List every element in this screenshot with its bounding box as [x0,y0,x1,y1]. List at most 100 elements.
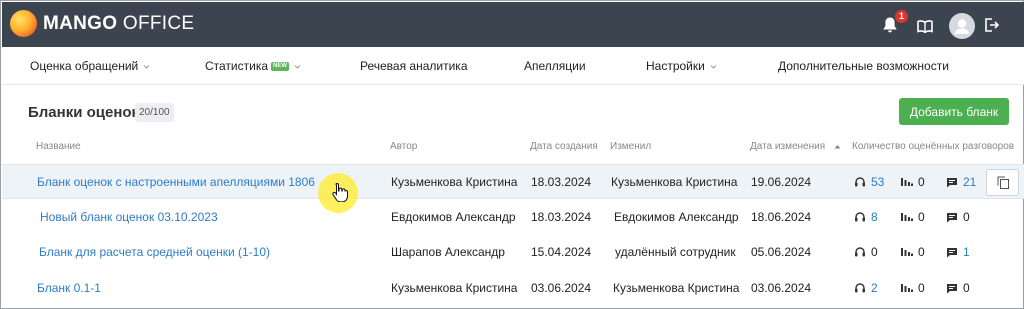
chevron-down-icon [710,64,717,69]
score-count: 0 [901,281,925,295]
column-header-modified-by[interactable]: Изменил [610,141,651,152]
table-row[interactable]: Бланк для расчета средней оценки (1-10) … [2,235,1024,270]
comment-icon [947,177,957,187]
created-date-cell: 03.06.2024 [531,281,592,295]
column-header-created[interactable]: Дата создания [530,141,598,152]
forms-count-badge: 20/100 [135,103,174,122]
modified-by-cell: Кузьменкова Кристина [611,175,738,189]
chevron-down-icon [143,64,150,69]
headset-icon [855,283,865,293]
comments-value[interactable]: 21 [963,175,976,189]
author-cell: Кузьменкова Кристина [391,281,518,295]
comments-value[interactable]: 1 [963,245,970,259]
created-date-cell: 15.04.2024 [531,245,592,259]
nav-item-settings[interactable]: Настройки [646,59,717,73]
book-icon[interactable] [917,19,933,33]
comments-value: 0 [963,210,970,224]
rated-calls-value[interactable]: 2 [871,281,878,295]
rated-calls-value[interactable]: 8 [871,210,878,224]
notification-badge: 1 [895,10,908,23]
score-bars-icon [901,284,913,292]
modified-date-cell: 19.06.2024 [751,175,812,189]
nav-item-label: Речевая аналитика [360,59,468,73]
comments-count[interactable]: 1 [946,245,970,259]
author-cell: Евдокимов Александр [391,210,516,224]
hand-pointer-icon [332,182,348,202]
nav-item-label: Статистика [205,59,269,73]
modified-date-cell: 03.06.2024 [751,281,812,295]
headset-icon [855,177,865,187]
top-bar: MANGO OFFICE [2,2,1024,47]
nav-item-statistics[interactable]: Статистика NEW [205,59,301,73]
comment-icon [947,247,957,257]
add-form-button[interactable]: Добавить бланк [899,98,1009,125]
brand-name: MANGO OFFICE [43,12,195,34]
new-badge: NEW [271,61,290,71]
copy-button[interactable] [986,169,1019,196]
comment-icon [947,212,957,222]
rated-calls-count[interactable]: 2 [854,281,878,295]
table-row[interactable]: Бланк 0.1-1 Кузьменкова Кристина 03.06.2… [2,271,1024,306]
form-name-link[interactable]: Бланк 0.1-1 [37,281,101,295]
user-icon [954,19,970,34]
headset-icon [855,212,865,222]
score-value: 0 [918,175,925,189]
rated-calls-value: 0 [871,245,878,259]
nav-item-label: Апелляции [524,59,586,73]
rated-calls-value[interactable]: 53 [871,175,884,189]
score-value: 0 [918,210,925,224]
comments-value: 0 [963,281,970,295]
logo-mark-icon [10,10,37,37]
headset-icon [855,247,865,257]
chevron-down-icon [294,64,301,69]
form-name-link[interactable]: Новый бланк оценок 03.10.2023 [40,210,218,224]
modified-by-cell: Евдокимов Александр [614,210,739,224]
form-name-link[interactable]: Бланк оценок с настроенными апелляциями … [37,175,315,189]
nav-item-appeals[interactable]: Апелляции [524,59,586,73]
column-header-author[interactable]: Автор [390,141,417,152]
score-count: 0 [901,210,925,224]
nav-item-label: Дополнительные возможности [778,59,949,73]
score-bars-icon [901,248,913,256]
score-count: 0 [901,175,925,189]
nav-item-additional[interactable]: Дополнительные возможности [778,59,949,73]
created-date-cell: 18.03.2024 [531,210,592,224]
created-date-cell: 18.03.2024 [531,175,592,189]
comment-icon [947,283,957,293]
table-row[interactable]: Новый бланк оценок 03.10.2023 Евдокимов … [2,200,1024,235]
column-header-rated-calls[interactable]: Количество оценённых разговоров [852,141,1014,152]
nav-item-label: Оценка обращений [30,59,139,73]
copy-icon [997,176,1009,189]
comments-count: 0 [946,281,970,295]
score-value: 0 [918,245,925,259]
comments-count[interactable]: 21 [946,175,976,189]
page-title: Бланки оценок [28,104,140,121]
modified-by-cell: Кузьменкова Кристина [613,281,740,295]
rated-calls-count: 0 [854,245,878,259]
nav-item-label: Настройки [646,59,705,73]
author-cell: Шарапов Александр [391,245,505,259]
column-header-name[interactable]: Название [36,141,81,152]
comments-count: 0 [946,210,970,224]
brand-logo[interactable]: MANGO OFFICE [10,10,194,37]
modified-date-cell: 18.06.2024 [751,210,812,224]
rated-calls-count[interactable]: 53 [854,175,884,189]
sort-ascending-icon [834,144,841,149]
table-row[interactable]: Бланк оценок с настроенными апелляциями … [2,164,1024,199]
modified-by-cell: удалённый сотрудник [615,245,736,259]
main-nav: Оценка обращений Статистика NEW Речевая … [2,47,1024,85]
form-name-link[interactable]: Бланк для расчета средней оценки (1-10) [39,245,270,259]
nav-item-speech-analytics[interactable]: Речевая аналитика [360,59,468,73]
column-header-modified[interactable]: Дата изменения [750,141,841,152]
score-bars-icon [901,178,913,186]
logout-icon[interactable] [983,17,999,33]
app-window: MANGO OFFICE 1 Оценка обращений Статисти… [0,0,1024,309]
score-value: 0 [918,281,925,295]
rated-calls-count[interactable]: 8 [854,210,878,224]
author-cell: Кузьменкова Кристина [391,175,518,189]
modified-date-cell: 05.06.2024 [751,245,812,259]
column-header-label: Дата изменения [750,141,826,152]
nav-item-evaluation[interactable]: Оценка обращений [30,59,150,73]
user-avatar[interactable] [949,13,975,39]
score-count: 0 [901,245,925,259]
